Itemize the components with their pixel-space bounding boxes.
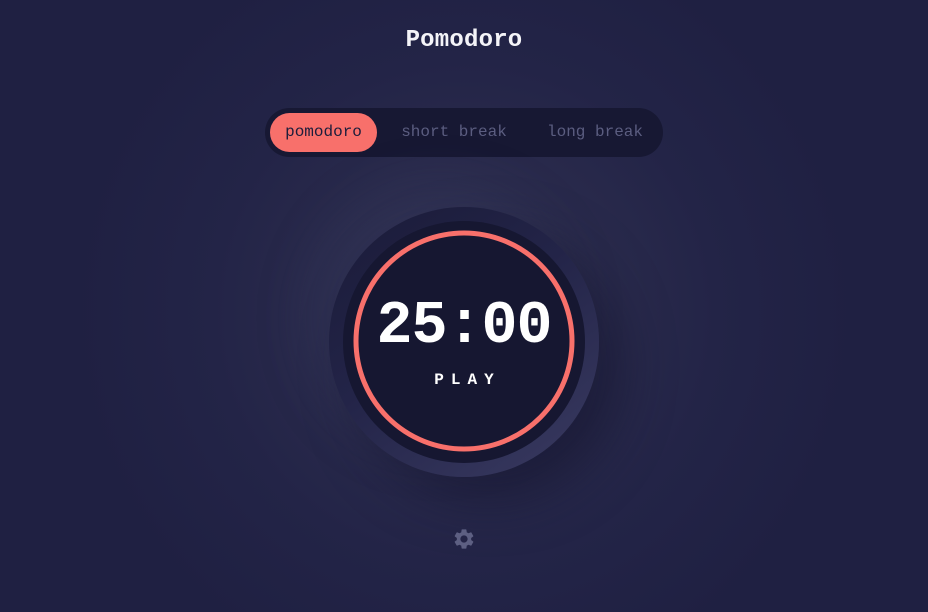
mode-tabs: pomodoro short break long break <box>265 108 663 157</box>
app-title: Pomodoro <box>405 27 523 54</box>
tab-long-break[interactable]: long break <box>531 113 659 152</box>
timer-display: 25:00 <box>376 293 552 361</box>
tab-pomodoro[interactable]: pomodoro <box>270 113 377 152</box>
play-button[interactable]: PLAY <box>329 371 599 389</box>
gear-icon <box>454 529 474 549</box>
settings-button[interactable] <box>452 527 476 551</box>
timer-dial[interactable]: 25:00 PLAY <box>329 207 599 477</box>
tab-short-break[interactable]: short break <box>389 113 519 152</box>
